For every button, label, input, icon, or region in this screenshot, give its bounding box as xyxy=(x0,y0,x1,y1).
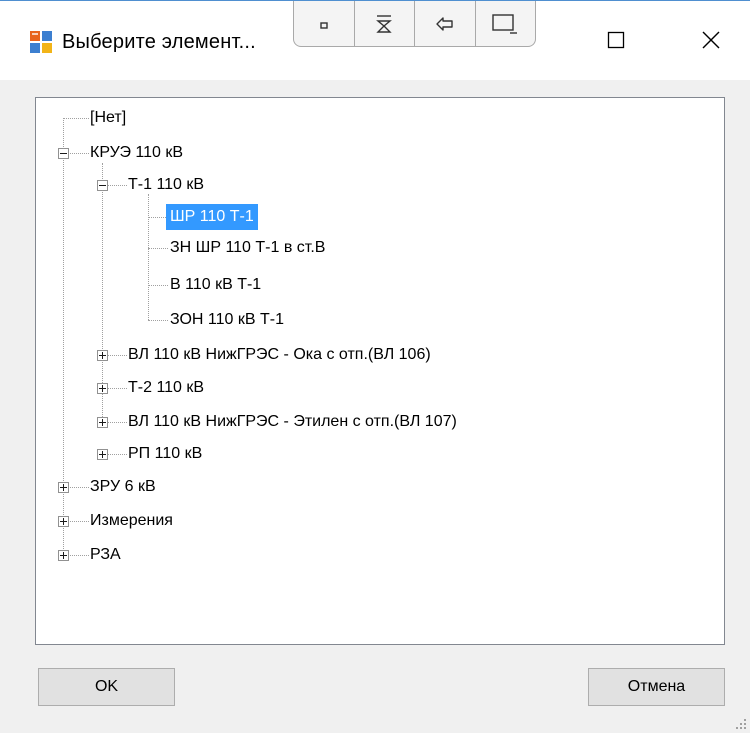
close-button[interactable] xyxy=(688,17,734,63)
tree-node-label: ЗН ШР 110 Т-1 в ст.В xyxy=(170,239,326,256)
expand-icon[interactable] xyxy=(97,449,108,460)
restore-small-icon[interactable] xyxy=(294,1,355,46)
collapse-icon[interactable] xyxy=(97,180,108,191)
tree-node-shr-110-t1[interactable]: ШР 110 Т-1 xyxy=(166,204,258,230)
tree-node-label: В 110 кВ Т-1 xyxy=(170,276,262,293)
tree-node-label: РЗА xyxy=(90,546,121,563)
expand-icon[interactable] xyxy=(58,550,69,561)
window-icon[interactable] xyxy=(476,1,536,46)
tree-node-zn-shr-110[interactable]: ЗН ШР 110 Т-1 в ст.В xyxy=(166,235,329,261)
tree-view[interactable]: [Нет] КРУЭ 110 кВ Т-1 110 кВ ШР 110 Т-1 … xyxy=(35,97,725,645)
tree-node-zon-110-t1[interactable]: ЗОН 110 кВ Т-1 xyxy=(166,307,288,333)
tree-node-label: РП 110 кВ xyxy=(128,445,203,462)
cancel-button[interactable]: Отмена xyxy=(588,668,725,706)
close-icon xyxy=(702,31,720,49)
tree-node-t2-110[interactable]: Т-2 110 кВ xyxy=(124,375,208,401)
app-icon xyxy=(30,31,52,53)
tree-node-label: ЗРУ 6 кВ xyxy=(90,478,156,495)
tree-node-label: КРУЭ 110 кВ xyxy=(90,144,184,161)
expand-icon[interactable] xyxy=(97,383,108,394)
resize-grip-icon[interactable] xyxy=(735,718,747,730)
ok-button[interactable]: OK xyxy=(38,668,175,706)
tree-node-t1-110[interactable]: Т-1 110 кВ xyxy=(124,172,208,198)
maximize-icon xyxy=(607,31,625,49)
tree-node-zru-6[interactable]: ЗРУ 6 кВ xyxy=(86,474,160,500)
tree-node-rza[interactable]: РЗА xyxy=(86,542,125,568)
tree-node-rp-110[interactable]: РП 110 кВ xyxy=(124,441,206,467)
window-title: Выберите элемент... xyxy=(62,31,256,53)
tree-node-v-110-t1[interactable]: В 110 кВ Т-1 xyxy=(166,272,265,298)
expand-icon[interactable] xyxy=(58,516,69,527)
tree-node-label: ЗОН 110 кВ Т-1 xyxy=(170,311,284,328)
tree-node-measurements[interactable]: Измерения xyxy=(86,508,177,534)
title-extra-toolbar xyxy=(293,1,536,47)
tree-node-label: ВЛ 110 кВ НижГРЭС - Этилен с отп.(ВЛ 107… xyxy=(128,413,457,430)
collapse-icon[interactable] xyxy=(58,148,69,159)
tree-node-kruе-110[interactable]: КРУЭ 110 кВ xyxy=(86,140,187,166)
pin-icon[interactable] xyxy=(355,1,415,46)
expand-icon[interactable] xyxy=(58,482,69,493)
tree-node-label: [Нет] xyxy=(90,109,127,126)
tree-node-label-selected: ШР 110 Т-1 xyxy=(166,204,258,230)
tree-node-label: Измерения xyxy=(90,512,173,529)
expand-icon[interactable] xyxy=(97,350,108,361)
tree-node-label: Т-1 110 кВ xyxy=(128,176,205,193)
tree-node-label: ВЛ 110 кВ НижГРЭС - Ока с отп.(ВЛ 106) xyxy=(128,346,431,363)
maximize-button[interactable] xyxy=(593,17,639,63)
tree-node-label: Т-2 110 кВ xyxy=(128,379,205,396)
title-bar: Выберите элемент... xyxy=(0,0,750,80)
tree-node-vl-oka[interactable]: ВЛ 110 кВ НижГРЭС - Ока с отп.(ВЛ 106) xyxy=(124,342,435,368)
expand-icon[interactable] xyxy=(97,417,108,428)
back-icon[interactable] xyxy=(415,1,476,46)
tree-node-vl-etilen[interactable]: ВЛ 110 кВ НижГРЭС - Этилен с отп.(ВЛ 107… xyxy=(124,409,461,435)
tree-node-none[interactable]: [Нет] xyxy=(86,105,130,131)
